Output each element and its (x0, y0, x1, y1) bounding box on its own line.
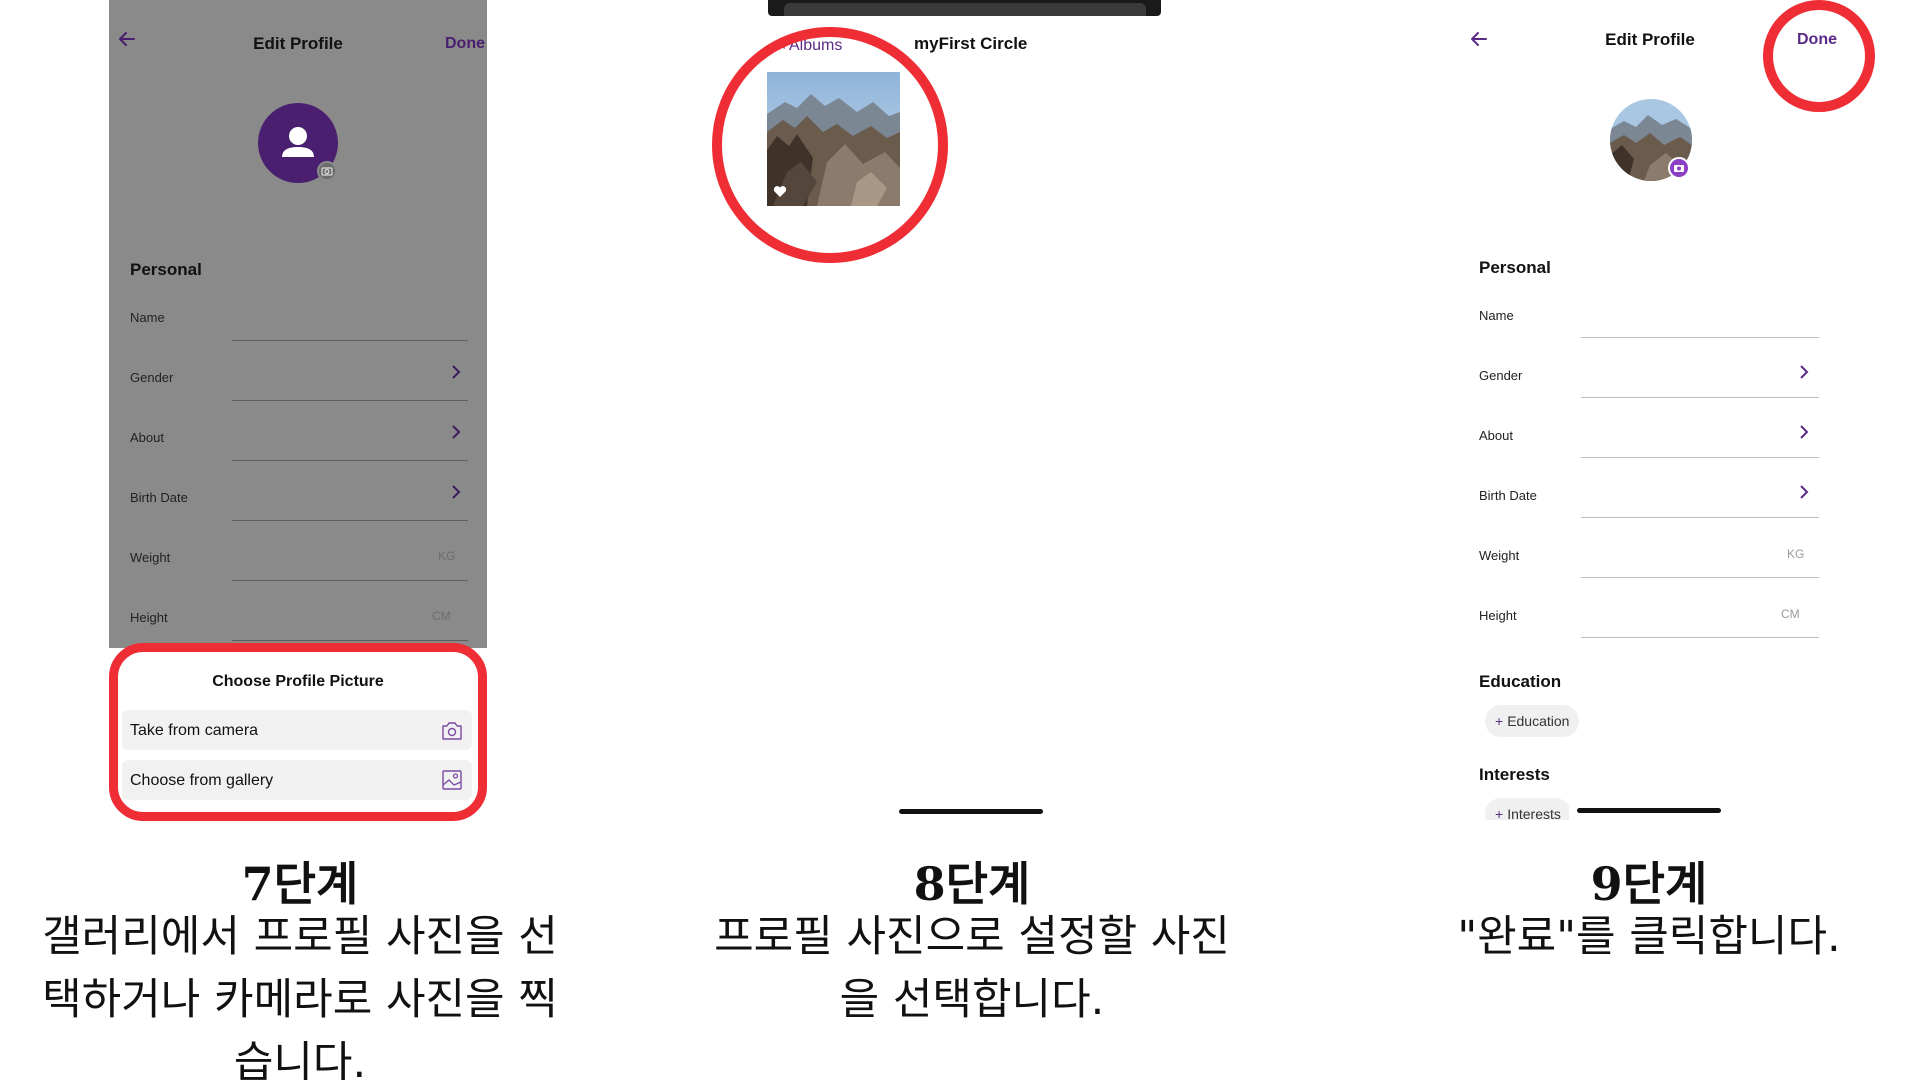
section-personal: Personal (130, 260, 202, 279)
plus-icon: + (1495, 806, 1504, 820)
camera-icon (321, 167, 333, 176)
field-label-about: About (1479, 428, 1513, 443)
arrow-left-icon (119, 32, 135, 46)
birth-date-field[interactable] (1581, 517, 1819, 518)
field-label-gender: Gender (1479, 368, 1523, 383)
album-title: myFirst Circle (914, 34, 1028, 53)
step-9-description: "완료"를 클릭합니다. (1349, 906, 1920, 969)
caption-line: 습니다. (233, 1038, 367, 1080)
home-indicator (1577, 808, 1721, 813)
weight-field[interactable] (1581, 577, 1819, 578)
step-8-title: 8단계 (913, 857, 1031, 911)
step-7-title: 7단계 (241, 857, 359, 911)
done-button[interactable]: Done (445, 35, 485, 53)
chevron-right-icon[interactable] (1798, 364, 1810, 385)
chip-label: Education (1507, 713, 1570, 729)
chip-label: Interests (1507, 806, 1561, 820)
field-label-name: Name (130, 310, 165, 325)
birth-date-field[interactable] (232, 520, 468, 521)
height-field[interactable] (1581, 637, 1819, 638)
panel1-screen: Edit Profile Done Personal Name Gender A… (109, 0, 487, 648)
field-label-about: About (130, 430, 164, 445)
chevron-right-icon[interactable] (450, 364, 462, 385)
chevron-right-icon[interactable] (450, 424, 462, 445)
avatar-camera-badge[interactable] (1668, 157, 1690, 179)
caption-line: 택하거나 카메라로 사진을 찍 (42, 975, 558, 1025)
field-label-gender: Gender (130, 370, 174, 385)
add-interests-chip[interactable]: + Interests (1485, 798, 1569, 820)
step-9-title: 9단계 (1590, 857, 1708, 911)
step-8-description: 프로필 사진으로 설정할 사진 을 선택합니다. (672, 906, 1272, 1032)
about-field[interactable] (232, 460, 468, 461)
about-field[interactable] (1581, 457, 1819, 458)
section-personal: Personal (1479, 258, 1551, 277)
chevron-right-icon[interactable] (1798, 424, 1810, 445)
field-label-height: Height (1479, 608, 1517, 623)
section-education: Education (1479, 672, 1562, 691)
name-field[interactable] (232, 340, 468, 341)
section-interests: Interests (1479, 765, 1550, 784)
add-education-chip[interactable]: + Education (1485, 705, 1580, 737)
step-7-description: 갤러리에서 프로필 사진을 선 택하거나 카메라로 사진을 찍 습니다. (0, 906, 600, 1080)
gender-field[interactable] (232, 400, 468, 401)
highlight-ring (109, 643, 487, 821)
chevron-right-icon[interactable] (450, 484, 462, 505)
page-title: Edit Profile (253, 34, 343, 53)
field-label-weight: Weight (130, 550, 171, 565)
field-label-weight: Weight (1479, 548, 1520, 563)
unit-cm: CM (432, 609, 451, 623)
caption-line: 을 선택합니다. (839, 975, 1105, 1025)
highlight-ring (712, 27, 948, 263)
field-label-birth-date: Birth Date (1479, 488, 1537, 503)
avatar-camera-badge[interactable] (317, 161, 337, 181)
weight-field[interactable] (232, 580, 468, 581)
highlight-ring (1763, 0, 1875, 112)
add-interests-chip-clip: + Interests (1485, 798, 1569, 820)
home-indicator (899, 809, 1043, 814)
back-button[interactable] (1468, 28, 1490, 56)
field-label-birth-date: Birth Date (130, 490, 188, 505)
page-title: Edit Profile (1605, 30, 1695, 49)
camera-icon (1674, 165, 1684, 172)
unit-kg: KG (1787, 547, 1805, 561)
caption-line: 프로필 사진으로 설정할 사진 (714, 912, 1230, 962)
unit-kg: KG (438, 549, 456, 563)
gender-field[interactable] (1581, 397, 1819, 398)
back-button[interactable] (116, 28, 138, 56)
name-field[interactable] (1581, 337, 1819, 338)
field-label-name: Name (1479, 308, 1514, 323)
caption-line: "완료"를 클릭합니다. (1457, 912, 1841, 962)
chevron-right-icon[interactable] (1798, 484, 1810, 505)
height-field[interactable] (232, 640, 468, 641)
status-strip-inner (784, 3, 1146, 16)
field-label-height: Height (130, 610, 168, 625)
arrow-left-icon (1471, 32, 1487, 46)
plus-icon: + (1495, 713, 1504, 729)
unit-cm: CM (1781, 607, 1800, 621)
caption-line: 갤러리에서 프로필 사진을 선 (42, 912, 558, 962)
